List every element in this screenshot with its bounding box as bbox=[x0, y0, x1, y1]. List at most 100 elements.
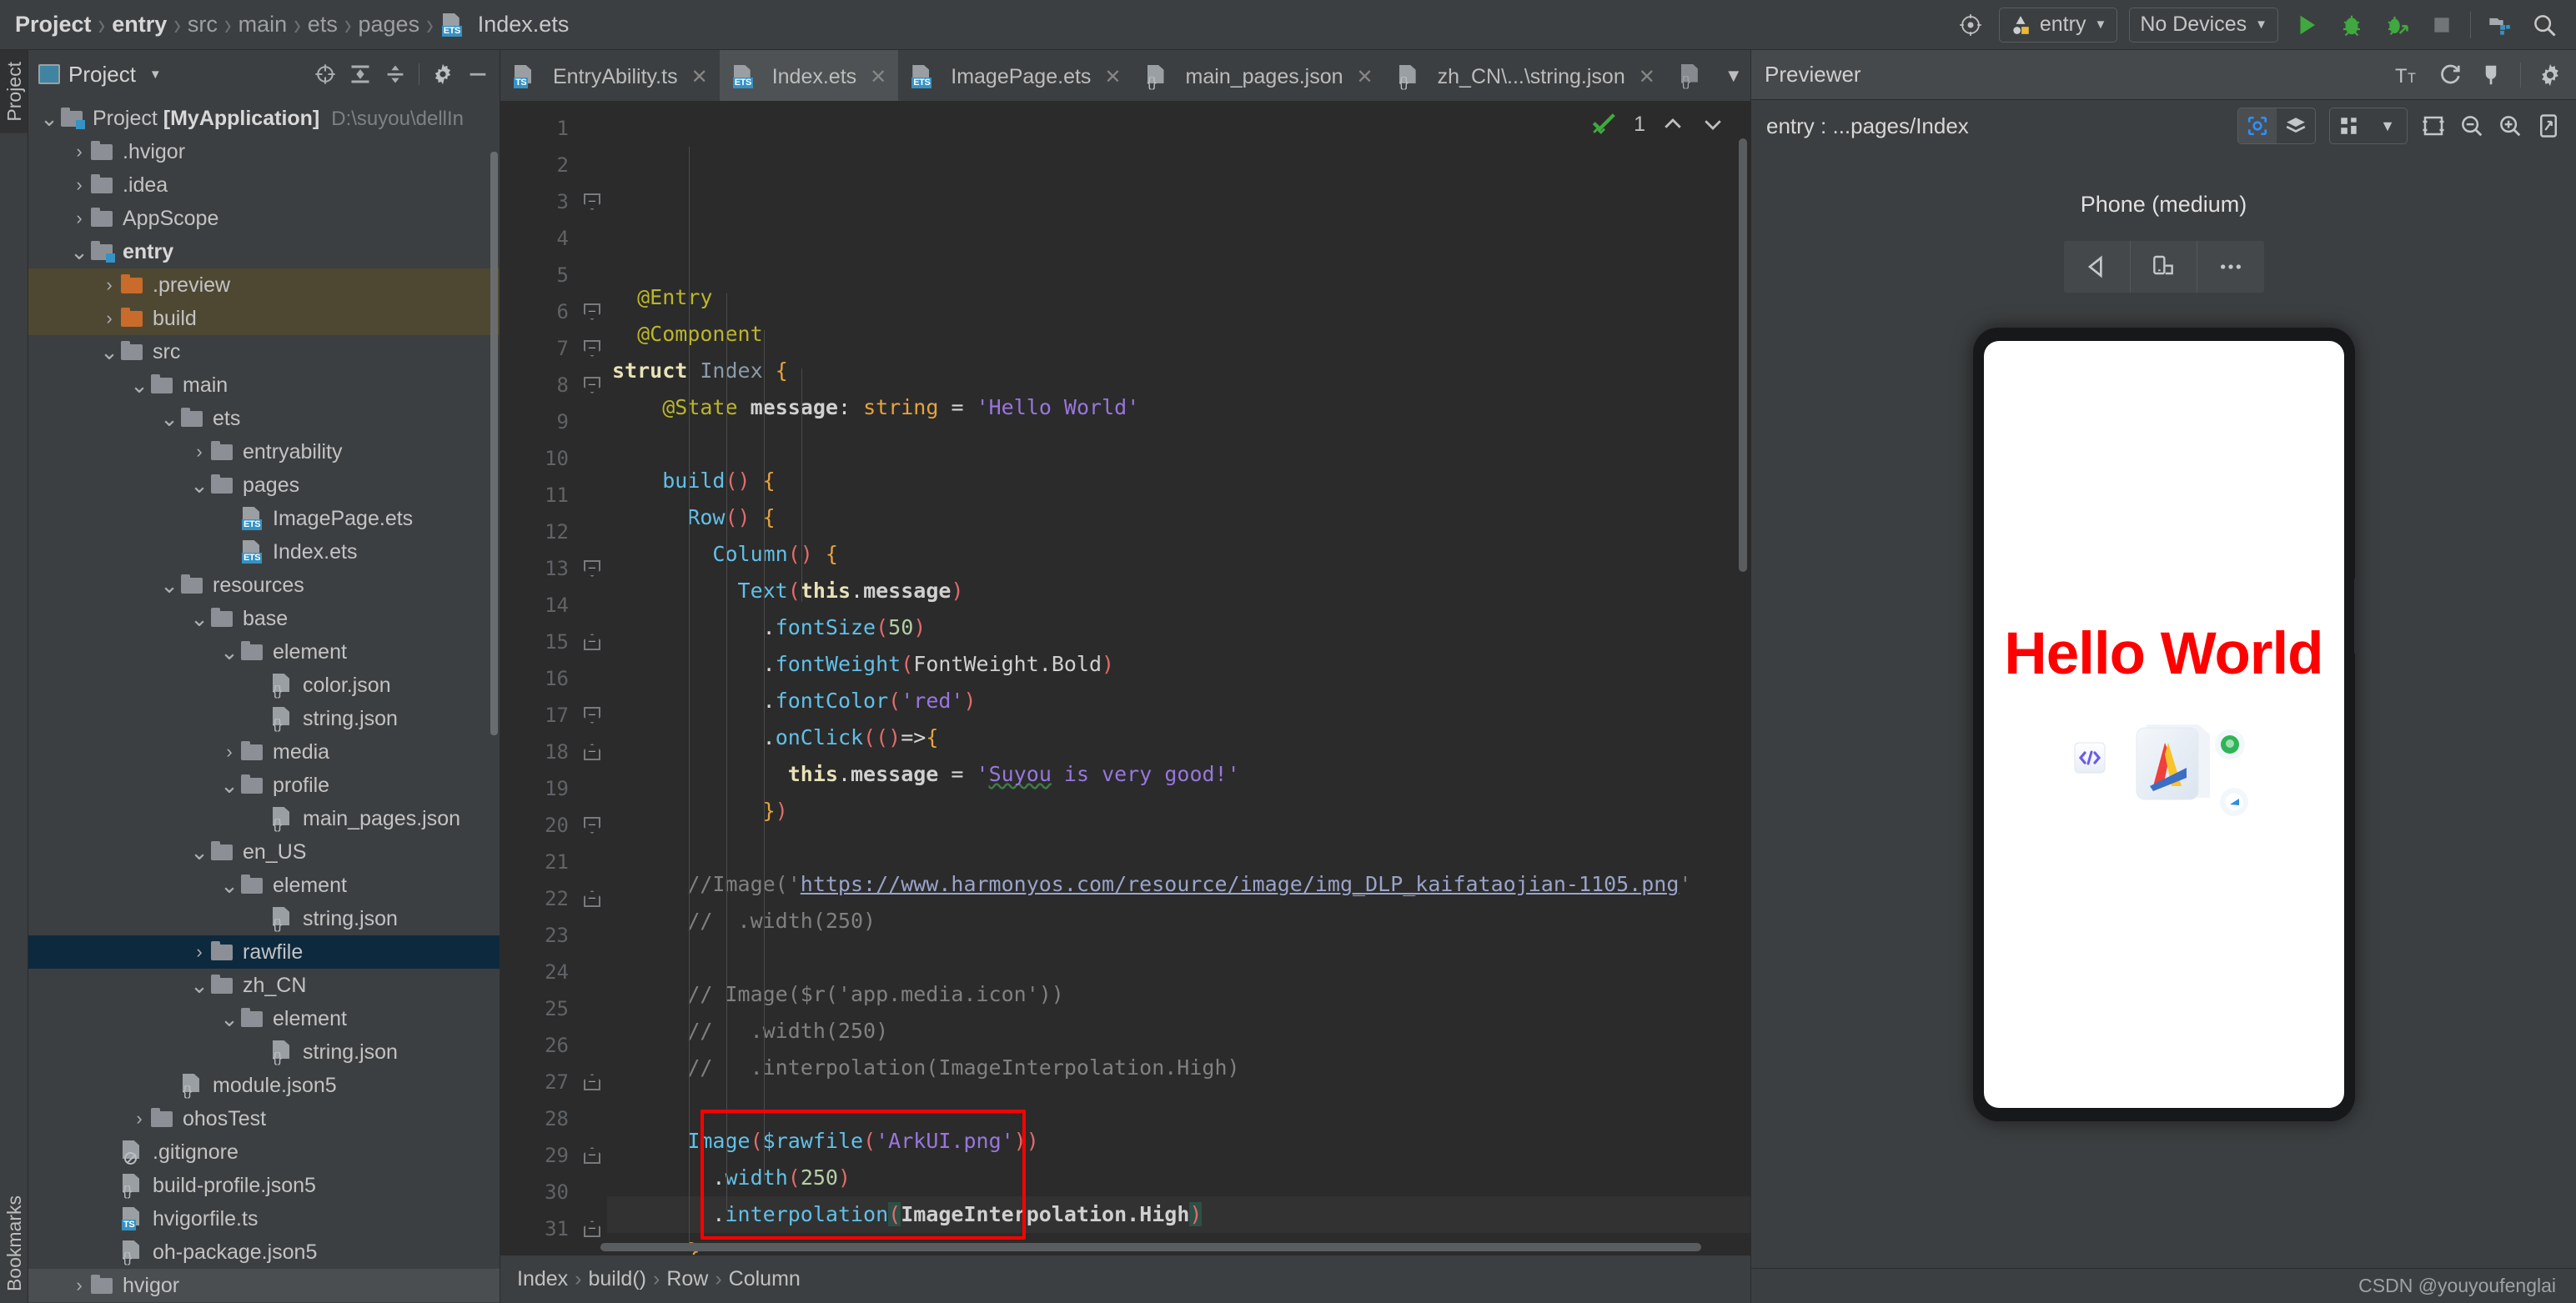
tree-expand-arrow-icon[interactable]: › bbox=[188, 441, 210, 463]
tree-row-pages[interactable]: ⌄ pages bbox=[28, 469, 500, 502]
more-icon[interactable] bbox=[2197, 241, 2264, 293]
tree-row-imagepage-ets[interactable]: ETS ImagePage.ets bbox=[28, 502, 500, 535]
close-icon[interactable]: ✕ bbox=[1357, 65, 1373, 89]
close-icon[interactable]: ✕ bbox=[1639, 65, 1655, 89]
multi-device-icon[interactable] bbox=[2330, 108, 2368, 143]
tree-row-project[interactable]: ⌄ Project [MyApplication] D:\suyou\dellIn bbox=[28, 102, 500, 135]
rotate-device-icon[interactable] bbox=[2131, 241, 2197, 293]
tree-row-entryability[interactable]: › entryability bbox=[28, 435, 500, 469]
tree-row--gitignore[interactable]: .gitignore bbox=[28, 1135, 500, 1169]
fit-screen-icon[interactable] bbox=[2536, 113, 2561, 138]
phone-screen[interactable]: Hello World bbox=[1983, 341, 2344, 1108]
tree-row-element[interactable]: ⌄ element bbox=[28, 635, 500, 669]
fold-marker[interactable] bbox=[577, 660, 607, 697]
tree-row-profile[interactable]: ⌄ profile bbox=[28, 769, 500, 802]
fold-marker[interactable] bbox=[577, 257, 607, 293]
fold-marker[interactable] bbox=[577, 1100, 607, 1137]
tree-row--hvigor[interactable]: › .hvigor bbox=[28, 135, 500, 168]
tree-row-build-profile-json5[interactable]: {} build-profile.json5 bbox=[28, 1169, 500, 1202]
code-line[interactable]: Column() { bbox=[607, 536, 1750, 573]
tree-expand-arrow-icon[interactable]: ⌄ bbox=[68, 241, 90, 263]
code-line[interactable]: struct Index { bbox=[607, 353, 1750, 389]
fold-marker[interactable] bbox=[577, 1174, 607, 1210]
editor-tab-main-pages-json[interactable]: {} main_pages.json ✕ bbox=[1133, 50, 1385, 101]
fold-expand-icon[interactable]: − bbox=[584, 890, 600, 907]
code-line[interactable]: .interpolation(ImageInterpolation.High) bbox=[607, 1196, 1750, 1233]
run-icon[interactable] bbox=[2290, 8, 2323, 42]
fold-collapse-icon[interactable]: − bbox=[584, 340, 600, 357]
device-selector[interactable]: No Devices ▼ bbox=[2129, 7, 2278, 43]
tree-expand-arrow-icon[interactable]: ⌄ bbox=[218, 1008, 240, 1030]
fold-marker[interactable] bbox=[577, 514, 607, 550]
tree-row--idea[interactable]: › .idea bbox=[28, 168, 500, 202]
chevron-down-icon[interactable]: ▼ bbox=[149, 68, 162, 82]
code-line[interactable]: @State message: string = 'Hello World' bbox=[607, 389, 1750, 426]
fold-marker[interactable]: − bbox=[577, 880, 607, 917]
tree-expand-arrow-icon[interactable]: ⌄ bbox=[98, 341, 120, 363]
code-line[interactable]: Row() { bbox=[607, 499, 1750, 536]
fold-marker[interactable] bbox=[577, 917, 607, 954]
locate-icon[interactable] bbox=[314, 63, 337, 86]
tree-expand-arrow-icon[interactable]: › bbox=[188, 941, 210, 963]
tree-row-index-ets[interactable]: ETS Index.ets bbox=[28, 535, 500, 569]
fold-collapse-icon[interactable]: − bbox=[584, 303, 600, 320]
fold-marker[interactable]: − bbox=[577, 1064, 607, 1100]
tree-row-resources[interactable]: ⌄ resources bbox=[28, 569, 500, 602]
chevron-down-icon[interactable]: ▼ bbox=[2368, 108, 2407, 143]
fold-marker[interactable] bbox=[577, 954, 607, 990]
fold-marker[interactable] bbox=[577, 110, 607, 147]
code-line[interactable]: // .width(250) bbox=[607, 903, 1750, 940]
tree-row-entry[interactable]: ⌄ entry bbox=[28, 235, 500, 268]
breadcrumb-entry[interactable]: entry bbox=[107, 12, 172, 38]
editor-tab-imagepage-ets[interactable]: ETS ImagePage.ets ✕ bbox=[898, 50, 1132, 101]
search-icon[interactable] bbox=[2528, 8, 2561, 42]
code-editor[interactable]: 1 2 3 4 5 6 7 8 9 10 11 12 13 14 15 16 17 18 19 20 21 22 23 24 2… bbox=[500, 102, 1750, 1255]
code-line[interactable]: // Image($r('app.media.icon')) bbox=[607, 976, 1750, 1013]
tree-row-color-json[interactable]: {} color.json bbox=[28, 669, 500, 702]
fold-expand-icon[interactable]: − bbox=[584, 634, 600, 650]
tree-row-ets[interactable]: ⌄ ets bbox=[28, 402, 500, 435]
gear-icon[interactable] bbox=[431, 63, 454, 86]
fold-marker[interactable]: − bbox=[577, 1137, 607, 1174]
tree-expand-arrow-icon[interactable]: › bbox=[68, 1275, 90, 1296]
run-configuration-selector[interactable]: entry ▼ bbox=[1998, 7, 2118, 43]
code-line[interactable]: // .width(250) bbox=[607, 1013, 1750, 1050]
tree-row-src[interactable]: ⌄ src bbox=[28, 335, 500, 368]
tree-expand-arrow-icon[interactable]: ⌄ bbox=[188, 975, 210, 996]
chevron-down-icon[interactable]: ▼ bbox=[1716, 65, 1751, 87]
fold-marker[interactable] bbox=[577, 990, 607, 1027]
tree-row-en-us[interactable]: ⌄ en_US bbox=[28, 835, 500, 869]
code-line[interactable] bbox=[607, 940, 1750, 976]
expand-all-icon[interactable] bbox=[349, 63, 372, 86]
run-with-profiler-icon[interactable] bbox=[2380, 8, 2413, 42]
stop-icon[interactable] bbox=[2425, 8, 2458, 42]
tree-row-build[interactable]: › build bbox=[28, 302, 500, 335]
tree-row-appscope[interactable]: › AppScope bbox=[28, 202, 500, 235]
device-manager-icon[interactable] bbox=[2483, 8, 2516, 42]
fold-collapse-icon[interactable]: − bbox=[584, 377, 600, 393]
close-icon[interactable]: ✕ bbox=[1104, 65, 1121, 89]
tree-row-element[interactable]: ⌄ element bbox=[28, 869, 500, 902]
fold-marker[interactable]: − bbox=[577, 734, 607, 770]
fold-marker[interactable]: − bbox=[577, 330, 607, 367]
fold-marker[interactable] bbox=[577, 403, 607, 440]
debug-icon[interactable] bbox=[2335, 8, 2368, 42]
plugin-icon[interactable] bbox=[2478, 63, 2503, 88]
code-line[interactable]: @Component bbox=[607, 316, 1750, 353]
tree-row-base[interactable]: ⌄ base bbox=[28, 602, 500, 635]
tree-expand-arrow-icon[interactable]: ⌄ bbox=[188, 474, 210, 496]
fold-marker[interactable]: − bbox=[577, 367, 607, 403]
refresh-icon[interactable] bbox=[2437, 63, 2462, 88]
code-line[interactable] bbox=[607, 829, 1750, 866]
fold-collapse-icon[interactable]: − bbox=[584, 817, 600, 834]
fold-marker[interactable] bbox=[577, 220, 607, 257]
structure-breadcrumb-item[interactable]: build() bbox=[589, 1267, 646, 1291]
tree-expand-arrow-icon[interactable]: ⌄ bbox=[218, 774, 240, 796]
code-line[interactable]: .fontSize(50) bbox=[607, 609, 1750, 646]
breadcrumb-project[interactable]: Project bbox=[10, 12, 97, 38]
fold-marker[interactable]: − bbox=[577, 697, 607, 734]
structure-breadcrumb-item[interactable]: Row bbox=[666, 1267, 708, 1291]
fold-marker[interactable]: − bbox=[577, 807, 607, 844]
code-line[interactable]: .fontColor('red') bbox=[607, 683, 1750, 719]
code-line[interactable]: .fontWeight(FontWeight.Bold) bbox=[607, 646, 1750, 683]
